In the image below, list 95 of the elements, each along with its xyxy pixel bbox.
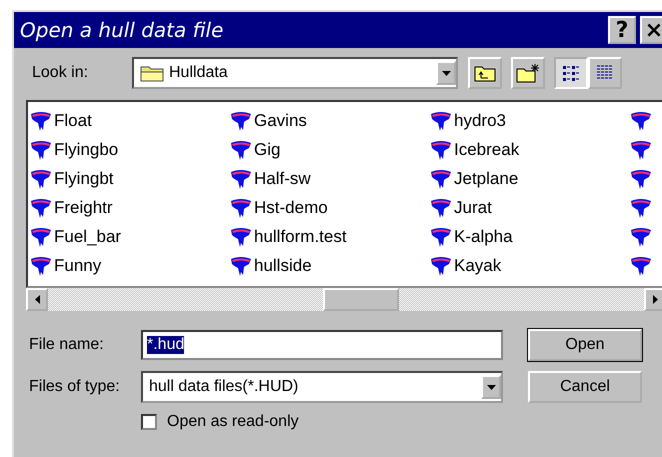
up-folder-button[interactable] xyxy=(468,57,502,89)
file-name: Gavins xyxy=(254,110,307,130)
file-item[interactable]: Jetplane xyxy=(428,164,628,193)
hull-file-icon xyxy=(430,168,452,190)
read-only-label: Open as read-only xyxy=(167,413,299,431)
file-item[interactable]: Freightr xyxy=(28,193,228,222)
file-item[interactable]: K-alpha xyxy=(428,222,628,251)
file-name: K-alpha xyxy=(454,226,513,246)
file-name: Flyingbt xyxy=(54,168,114,188)
file-item[interactable]: Float xyxy=(28,106,228,135)
file-item[interactable]: Icebreak xyxy=(428,135,628,164)
dropdown-button[interactable] xyxy=(481,375,501,399)
hull-file-icon xyxy=(430,138,452,160)
caret-icon xyxy=(486,384,496,390)
file-name: Float xyxy=(54,110,92,130)
file-item[interactable]: hullform.test xyxy=(228,222,428,251)
file-name: Gig xyxy=(254,140,280,160)
hull-file-icon xyxy=(230,168,252,190)
file-name-value: *.hud xyxy=(147,336,184,354)
look-in-label: Look in: xyxy=(32,64,90,82)
file-item[interactable]: hullside xyxy=(228,251,428,280)
file-name: hullside xyxy=(254,256,312,276)
left-arrow-icon xyxy=(34,295,40,304)
file-name: Kayak xyxy=(454,256,502,276)
file-item[interactable]: Kayak xyxy=(428,251,628,280)
list-view-icon xyxy=(562,65,580,81)
file-name: Jurat xyxy=(454,198,492,218)
hull-file-icon xyxy=(30,138,52,160)
file-name: Hst-demo xyxy=(254,198,328,218)
file-name-field[interactable]: *.hud xyxy=(141,330,503,360)
hull-file-icon xyxy=(630,110,652,132)
file-type-label: Files of type: xyxy=(29,378,121,396)
file-item[interactable]: Fuel_bar xyxy=(28,222,228,251)
help-button[interactable]: ? xyxy=(608,16,636,44)
file-name-label: File name: xyxy=(29,336,105,354)
look-in-value: Hulldata xyxy=(169,64,228,82)
hull-file-icon xyxy=(430,110,452,132)
horizontal-scrollbar[interactable] xyxy=(26,288,662,311)
file-name: Jetplane xyxy=(454,168,518,188)
scroll-right-button[interactable] xyxy=(644,288,662,311)
file-item[interactable]: Gavins xyxy=(228,106,428,135)
scroll-left-button[interactable] xyxy=(26,288,48,311)
file-name: hydro3 xyxy=(454,110,506,130)
file-item[interactable]: hydro3 xyxy=(428,106,628,135)
cancel-button[interactable]: Cancel xyxy=(528,371,642,403)
folder-icon xyxy=(140,64,164,82)
close-button[interactable]: × xyxy=(640,16,662,44)
file-item[interactable]: Flyingbt xyxy=(28,164,228,193)
file-name: Fuel_bar xyxy=(54,226,122,246)
new-folder-icon xyxy=(516,63,540,83)
details-view-icon xyxy=(596,65,614,81)
hull-file-icon xyxy=(230,138,252,160)
hull-file-icon xyxy=(230,254,252,276)
right-arrow-icon xyxy=(652,295,658,304)
file-name: Half-sw xyxy=(254,168,311,188)
file-name: Flyingbo xyxy=(54,140,118,160)
hull-file-icon xyxy=(630,226,652,248)
file-name: Icebreak xyxy=(454,140,520,160)
up-folder-icon xyxy=(474,64,496,82)
hull-file-icon xyxy=(30,254,52,276)
file-item[interactable]: Hst-demo xyxy=(228,193,428,222)
hull-file-icon xyxy=(230,196,252,218)
hull-file-icon xyxy=(430,226,452,248)
look-in-dropdown[interactable]: Hulldata xyxy=(132,57,458,89)
hull-file-icon xyxy=(630,168,652,190)
file-type-dropdown[interactable]: hull data files(*.HUD) xyxy=(141,371,503,403)
window-title: Open a hull data file xyxy=(20,18,224,42)
hull-file-icon xyxy=(30,196,52,218)
hull-file-icon xyxy=(30,226,52,248)
file-item[interactable]: Funny xyxy=(28,251,228,280)
file-name: hullform.test xyxy=(254,226,347,246)
open-button[interactable]: Open xyxy=(528,329,642,361)
checkbox[interactable] xyxy=(141,414,157,430)
hull-file-icon xyxy=(30,168,52,190)
caret-icon xyxy=(442,70,450,76)
list-view-button[interactable] xyxy=(554,57,588,89)
dropdown-button[interactable] xyxy=(436,61,456,85)
hull-file-icon xyxy=(430,254,452,276)
details-view-button[interactable] xyxy=(588,57,622,89)
file-item[interactable]: Flyingbo xyxy=(28,135,228,164)
hull-file-icon xyxy=(230,226,252,248)
file-item[interactable]: Gig xyxy=(228,135,428,164)
hull-file-icon xyxy=(630,138,652,160)
file-name: Freightr xyxy=(54,198,113,218)
scroll-thumb[interactable] xyxy=(323,288,399,311)
file-name: Funny xyxy=(54,256,102,276)
hull-file-icon xyxy=(30,110,52,132)
file-item[interactable]: Jurat xyxy=(428,193,628,222)
hull-file-icon xyxy=(630,254,652,276)
file-item[interactable]: Half-sw xyxy=(228,164,428,193)
hull-file-icon xyxy=(230,110,252,132)
hull-file-icon xyxy=(630,196,652,218)
file-type-value: hull data files(*.HUD) xyxy=(148,378,300,396)
new-folder-button[interactable] xyxy=(511,57,545,89)
hull-file-icon xyxy=(430,196,452,218)
